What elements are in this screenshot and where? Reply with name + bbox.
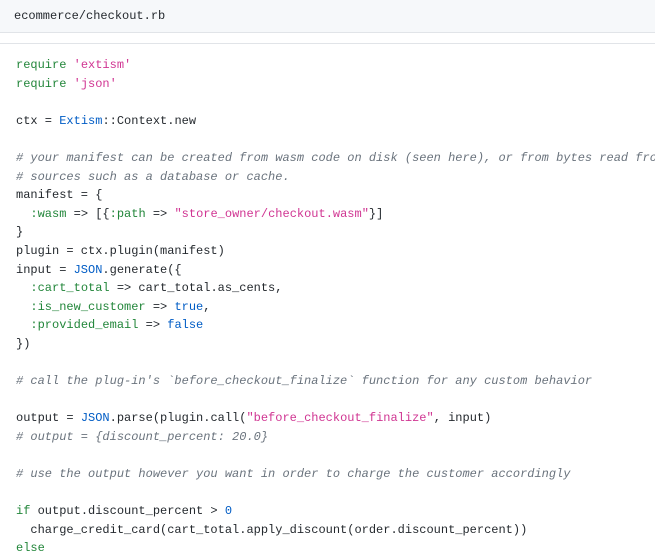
code-text: .generate({: [102, 263, 181, 277]
code-text: ctx =: [16, 114, 59, 128]
code-bool: true: [174, 300, 203, 314]
code-text: output =: [16, 411, 81, 425]
code-const: JSON: [81, 411, 110, 425]
code-text: }]: [369, 207, 383, 221]
code-text: }): [16, 337, 30, 351]
code-text: plugin = ctx.plugin(manifest): [16, 244, 225, 258]
code-bool: false: [167, 318, 203, 332]
code-text: charge_credit_card(cart_total.apply_disc…: [16, 523, 527, 537]
code-text: }: [16, 225, 23, 239]
code-kw: require: [16, 58, 66, 72]
code-text: => [{: [66, 207, 109, 221]
code-text: input =: [16, 263, 74, 277]
code-kw: if: [16, 504, 30, 518]
code-str: "store_owner/checkout.wasm": [174, 207, 368, 221]
code-text: .parse(plugin.call(: [110, 411, 247, 425]
code-text: manifest = {: [16, 188, 102, 202]
code-comment: # sources such as a database or cache.: [16, 170, 290, 184]
code-text: =>: [138, 318, 167, 332]
file-header: ecommerce/checkout.rb: [0, 0, 655, 33]
code-comment: # output = {discount_percent: 20.0}: [16, 430, 268, 444]
code-str: 'json': [74, 77, 117, 91]
code-text: =>: [146, 207, 175, 221]
code-text: ::Context.new: [102, 114, 196, 128]
code-sym: :cart_total: [30, 281, 109, 295]
code-str: 'extism': [74, 58, 132, 72]
code-sym: :provided_email: [30, 318, 138, 332]
code-text: output.discount_percent >: [30, 504, 224, 518]
code-const: Extism: [59, 114, 102, 128]
code-kw: require: [16, 77, 66, 91]
code-text: =>: [146, 300, 175, 314]
code-text: ,: [203, 300, 210, 314]
code-sym: :wasm: [30, 207, 66, 221]
code-block: require 'extism' require 'json' ctx = Ex…: [0, 43, 655, 558]
code-text: , input): [434, 411, 492, 425]
code-kw: else: [16, 541, 45, 555]
code-str: "before_checkout_finalize": [246, 411, 433, 425]
code-text: => cart_total.as_cents,: [110, 281, 283, 295]
code-num: 0: [225, 504, 232, 518]
code-comment: # call the plug-in's `before_checkout_fi…: [16, 374, 592, 388]
code-sym: :path: [110, 207, 146, 221]
code-comment: # use the output however you want in ord…: [16, 467, 571, 481]
file-path: ecommerce/checkout.rb: [14, 9, 165, 23]
code-sym: :is_new_customer: [30, 300, 145, 314]
code-const: JSON: [74, 263, 103, 277]
code-comment: # your manifest can be created from wasm…: [16, 151, 655, 165]
